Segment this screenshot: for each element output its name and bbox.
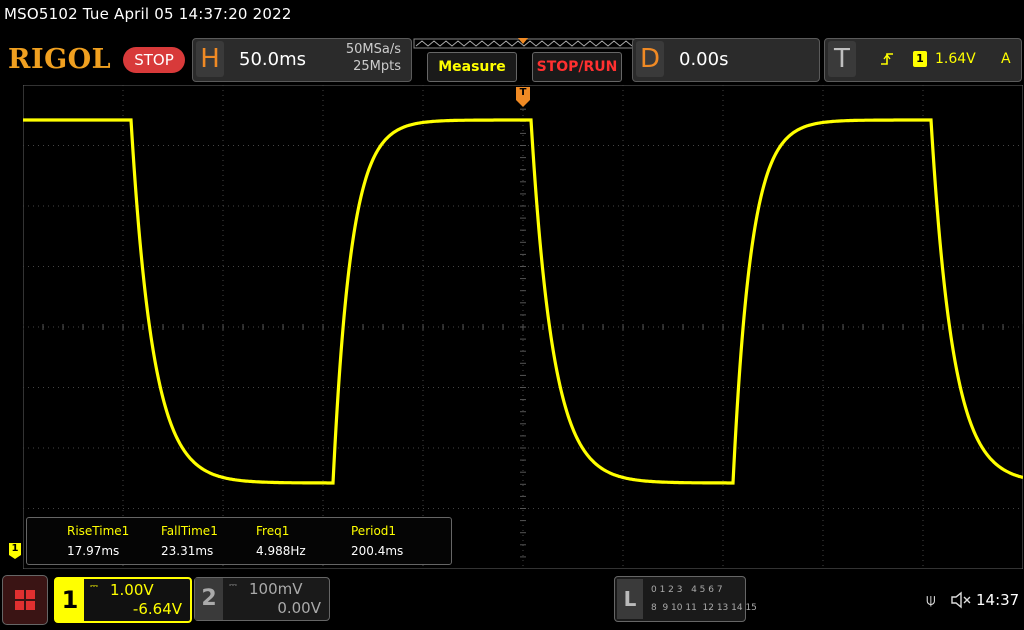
- channel2-panel[interactable]: 2 ⎓ 100mV 0.00V: [194, 577, 330, 621]
- sample-rate: 50MSa/s: [345, 42, 401, 57]
- measurement-freq: Freq1 4.988Hz: [256, 524, 306, 558]
- trigger-marker-label: T: [519, 87, 527, 98]
- rising-edge-icon: [881, 53, 893, 65]
- measurement-fall: FallTime1 23.31ms: [161, 524, 218, 558]
- device-title: MSO5102 Tue April 05 14:37:20 2022: [4, 5, 292, 23]
- measurement-label: Freq1: [256, 524, 290, 538]
- trigger-position-marker[interactable]: T: [515, 86, 531, 108]
- measurement-panel[interactable]: RiseTime1 17.97ms FallTime1 23.31ms Freq…: [26, 517, 452, 565]
- dc-coupling-icon: ⎓: [229, 580, 237, 591]
- memory-depth: 25Mpts: [353, 59, 401, 74]
- measurement-rise: RiseTime1 17.97ms: [67, 524, 129, 558]
- measurement-value: 200.4ms: [351, 544, 404, 558]
- channel2-offset: 0.00V: [277, 599, 321, 617]
- trigger-source-badge: 1: [913, 51, 927, 67]
- measurement-label: RiseTime1: [67, 524, 130, 538]
- timebase-value: 50.0ms: [239, 49, 306, 70]
- horizontal-letter: H: [196, 41, 224, 77]
- trigger-mode: A: [1001, 51, 1011, 67]
- speaker-muted-icon[interactable]: [950, 591, 972, 609]
- channel1-offset-marker[interactable]: 1: [8, 542, 22, 560]
- channel1-panel[interactable]: 1 ⎓ 1.00V -6.64V: [54, 577, 192, 623]
- channel1-marker-label: 1: [11, 543, 19, 554]
- channel2-scale: 100mV: [249, 580, 303, 598]
- clock: 14:37: [976, 591, 1020, 609]
- measurement-value: 17.97ms: [67, 544, 120, 558]
- measurement-value: 4.988Hz: [256, 544, 306, 558]
- channel1-number: 1: [56, 579, 84, 621]
- measurement-label: Period1: [351, 524, 397, 538]
- usb-icon: ⍦: [926, 590, 936, 609]
- stop-run-button[interactable]: STOP/RUN: [532, 52, 622, 82]
- measurement-period: Period1 200.4ms: [351, 524, 403, 558]
- grid-menu-icon: [15, 590, 35, 610]
- memory-position-bar: [413, 38, 635, 49]
- channel2-number: 2: [195, 578, 223, 620]
- menu-button[interactable]: [2, 575, 48, 625]
- trigger-level: 1.64V: [935, 51, 976, 67]
- logic-channels-row1: 0 1 2 3 4 5 6 7: [651, 585, 723, 595]
- measure-button[interactable]: Measure: [427, 52, 517, 82]
- logic-channels-row2: 8 9 10 11 12 13 14 15: [651, 603, 757, 613]
- delay-value: 0.00s: [679, 49, 729, 70]
- channel1-scale: 1.00V: [110, 581, 154, 599]
- measurement-label: FallTime1: [161, 524, 218, 538]
- delay-panel[interactable]: D 0.00s: [632, 38, 820, 82]
- logic-letter: L: [617, 579, 643, 619]
- rigol-logo: RIGOL: [8, 44, 112, 75]
- horizontal-panel[interactable]: H 50.0ms 50MSa/s 25Mpts: [192, 38, 412, 82]
- logic-analyzer-panel[interactable]: L 0 1 2 3 4 5 6 7 8 9 10 11 12 13 14 15: [614, 576, 757, 622]
- measurement-value: 23.31ms: [161, 544, 214, 558]
- channel1-offset: -6.64V: [132, 600, 182, 618]
- delay-letter: D: [636, 41, 664, 77]
- run-state-badge[interactable]: STOP: [123, 47, 185, 73]
- waveform-display[interactable]: [23, 85, 1023, 569]
- dc-coupling-icon: ⎓: [90, 581, 98, 592]
- trigger-panel[interactable]: T 1 1.64V A: [824, 38, 1022, 82]
- trigger-letter: T: [828, 41, 856, 77]
